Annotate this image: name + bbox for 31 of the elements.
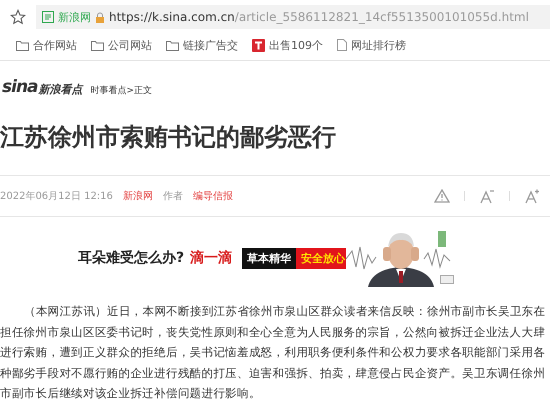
bookmark-item[interactable]: 合作网站: [16, 38, 77, 52]
source-link[interactable]: 新浪网: [122, 189, 153, 203]
bookmark-item[interactable]: 公司网站: [91, 38, 152, 52]
lock-icon: [95, 12, 105, 22]
site-logo[interactable]: sina新浪看点: [2, 77, 83, 97]
site-name: 新浪网: [58, 10, 91, 24]
page-icon: [337, 39, 347, 51]
report-link[interactable]: 编导信报: [192, 189, 233, 203]
article-paragraph: （本网江苏讯）近日，本网不断接到江苏省徐州市泉山区群众读者来信反映：徐州市副市长吴卫东在 担任徐州市泉山区区委书记时，丧失党性原则和全心全意为人民服务的宗旨，公然向被拆迁企业法人大肆 进行索贿，遭到正义群众的拒绝后，吴书记恼羞成怒，利用职务便利条件和公权力要求各职能部门采用各 种鄙劣手段对不愿行贿的企业进行残酷的打压、迫害和强拆、拍卖，肆意侵占民企资产。吴卫东调任徐州 市副市长后继续对该企业拆迁补偿问题进行影响。: [0, 303, 546, 401]
ad-banner[interactable]: 耳朵难受怎么办? 滴一滴 草本精华 安全放心: [78, 227, 478, 289]
folder-icon: [166, 40, 179, 50]
bookmark-star-icon[interactable]: [10, 9, 26, 25]
ad-tag: 草本精华: [242, 248, 296, 268]
certificate-icon: [42, 11, 54, 23]
bookmark-item[interactable]: 链接广告交: [166, 38, 238, 52]
bookmark-item[interactable]: 出售109个: [252, 38, 323, 52]
article-title: 江苏徐州市索贿书记的鄙劣恶行: [0, 122, 337, 153]
publish-date: 2022年06月12日 12:16: [0, 190, 113, 203]
warning-icon[interactable]: [434, 189, 450, 203]
folder-icon: [16, 40, 29, 50]
bookmark-item[interactable]: 网址排行榜: [337, 38, 406, 52]
ad-slogan: 滴一滴: [190, 249, 232, 267]
url-text: https://k.sina.com.cn/article_5586112821_14cf5513500101055d.html: [109, 10, 529, 24]
font-smaller-icon[interactable]: [479, 188, 495, 204]
address-bar[interactable]: 新浪网 https://k.sina.com.cn/article_5586112821_14cf5513500101055d.html: [36, 5, 550, 29]
breadcrumb[interactable]: 时事看点>正文: [90, 84, 152, 97]
author-label: 作者: [162, 190, 183, 203]
t-logo-icon: [252, 38, 265, 52]
font-larger-icon[interactable]: [524, 188, 540, 204]
folder-icon: [91, 40, 104, 50]
ad-headline: 耳朵难受怎么办?: [78, 249, 184, 267]
